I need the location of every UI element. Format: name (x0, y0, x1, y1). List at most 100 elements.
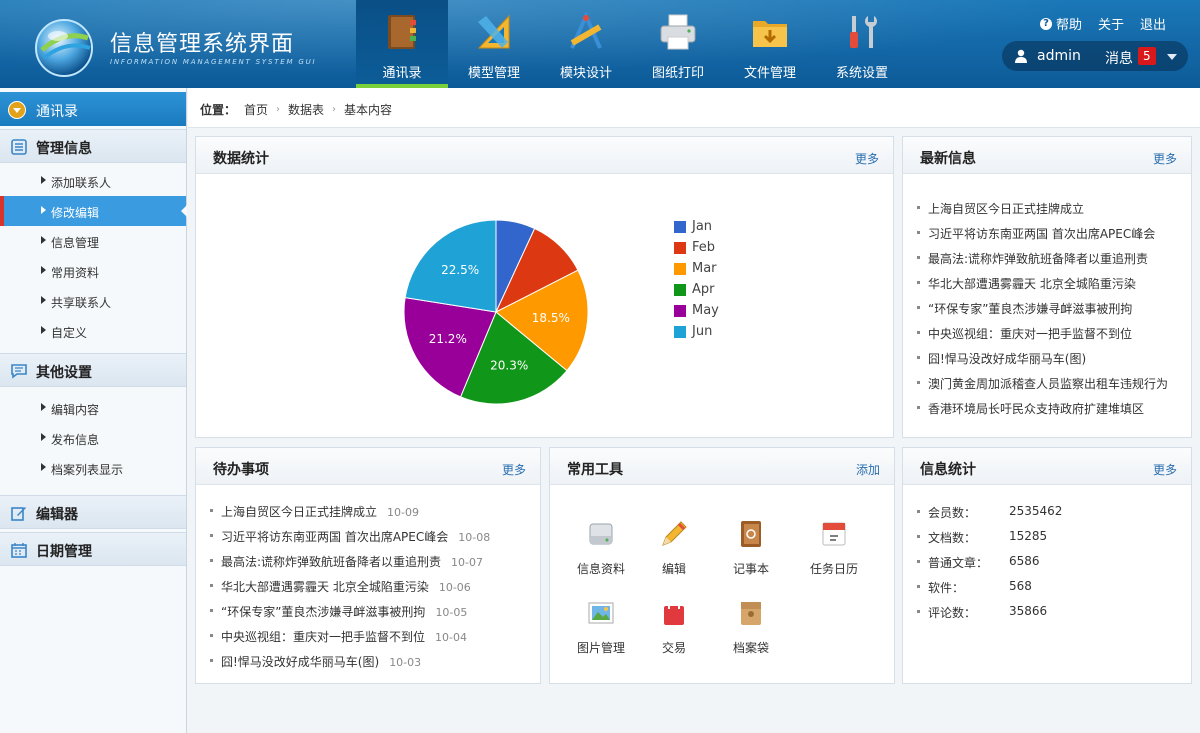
panel-title: 信息统计 (920, 462, 976, 478)
tool-label: 信息资料 (576, 562, 625, 576)
breadcrumb-item[interactable]: 首页 (244, 101, 268, 118)
help-label: 帮助 (1056, 18, 1083, 33)
help-link[interactable]: ? 帮助 (1040, 14, 1082, 33)
panel-header: 常用工具 添加 (550, 448, 894, 485)
sidebar-item-common-data[interactable]: 常用资料 (0, 256, 186, 286)
nav-tab-print[interactable]: 图纸打印 (632, 0, 724, 88)
nav-tab-label: 文件管理 (743, 66, 796, 81)
todo-text: 最高法:谎称炸弹致航班备降者以重追刑责 (221, 555, 442, 569)
list-item[interactable]: 习近平将访东南亚两国 首次出席APEC峰会 (917, 225, 1168, 250)
stat-label: 评论数： (928, 606, 977, 620)
stat-label: 普通文章： (928, 556, 989, 570)
info-stats-panel: 信息统计 更多 会员数： 2535462 文档数： 15285 普通文章： 6586 … (902, 447, 1192, 684)
tool-label: 编辑 (661, 562, 686, 576)
sidebar-item-info-manage[interactable]: 信息管理 (0, 226, 186, 256)
about-link[interactable]: 关于 (1098, 14, 1124, 33)
panel-header: 信息统计 更多 (903, 448, 1191, 485)
legend-label: Feb (692, 240, 716, 255)
pie-label-may: 21.2% (429, 332, 467, 346)
sidebar-item-edit[interactable]: 修改编辑 (0, 196, 187, 226)
todo-item[interactable]: 最高法:谎称炸弹致航班备降者以重追刑责 10-07 (210, 553, 490, 578)
address-book-icon (388, 15, 416, 49)
todo-item[interactable]: 中央巡视组：重庆对一把手监督不到位 10-04 (210, 628, 490, 653)
tool-picture[interactable]: 图片管理 (561, 597, 641, 656)
sidebar-item-label: 添加联系人 (51, 176, 112, 190)
todo-item[interactable]: 习近平将访东南亚两国 首次出席APEC峰会 10-08 (210, 528, 490, 553)
user-icon (1015, 49, 1027, 63)
more-link[interactable]: 更多 (502, 461, 526, 478)
caret-right-icon (41, 463, 46, 471)
nav-tab-model[interactable]: 模型管理 (448, 0, 540, 88)
pie-label-jun: 22.5% (441, 263, 479, 277)
todo-date: 10-04 (435, 631, 467, 644)
stat-label: 会员数： (928, 506, 977, 520)
messages-link[interactable]: 消息 (1105, 48, 1133, 68)
username[interactable]: admin (1037, 48, 1081, 64)
list-item[interactable]: 华北大部遭遇雾霾天 北京全城陷重污染 (917, 275, 1168, 300)
tool-info-data[interactable]: 信息资料 (561, 518, 641, 577)
logout-link[interactable]: 退出 (1140, 14, 1166, 33)
nav-tab-contacts[interactable]: 通讯录 (356, 0, 448, 88)
list-item[interactable]: 囧!悍马没改好成华丽马车(图) (917, 350, 1168, 375)
todo-date: 10-03 (389, 656, 422, 669)
caret-right-icon (41, 266, 46, 274)
chat-icon (11, 364, 27, 379)
sidebar-item-custom[interactable]: 自定义 (0, 316, 186, 346)
breadcrumb-item[interactable]: 数据表 (288, 101, 324, 118)
list-item[interactable]: 澳门黄金周加派稽查人员监察出租车违规行为 (917, 375, 1168, 400)
todo-item[interactable]: “环保专家”董良杰涉嫌寻衅滋事被刑拘 10-05 (210, 603, 490, 628)
list-item[interactable]: 上海自贸区今日正式挂牌成立 (917, 200, 1168, 225)
pencil-icon (662, 521, 687, 546)
list-item[interactable]: “环保专家”董良杰涉嫌寻衅滋事被刑拘 (917, 300, 1168, 325)
legend-label: Mar (692, 261, 717, 276)
sidebar-item-publish[interactable]: 发布信息 (0, 423, 186, 453)
add-link[interactable]: 添加 (856, 461, 880, 478)
top-links: ? 帮助 关于 退出 (1040, 14, 1166, 33)
todo-date: 10-05 (435, 606, 468, 619)
caret-right-icon (41, 176, 46, 184)
user-bar: admin 消息 5 (1002, 41, 1188, 71)
tool-label: 记事本 (732, 562, 769, 576)
more-link[interactable]: 更多 (855, 150, 879, 167)
chevron-down-circle-icon (8, 101, 26, 119)
nav-tab-module[interactable]: 模块设计 (540, 0, 632, 88)
sidebar-item-add-contact[interactable]: 添加联系人 (0, 166, 186, 196)
sidebar-item-label: 编辑内容 (51, 403, 100, 417)
tool-trade[interactable]: 交易 (634, 597, 714, 656)
more-link[interactable]: 更多 (1153, 461, 1177, 478)
legend-swatch (674, 305, 686, 317)
stat-value: 15285 (1009, 529, 1048, 543)
sidebar-item-archive-list[interactable]: 档案列表显示 (0, 453, 186, 483)
sidebar-group-dates[interactable]: 日期管理 (0, 532, 186, 566)
edit-icon (11, 507, 26, 521)
message-count-badge: 5 (1138, 47, 1156, 65)
list-item[interactable]: 中央巡视组：重庆对一把手监督不到位 (917, 325, 1168, 350)
header: 信息管理系统界面 INFORMATION MANAGEMENT SYSTEM G… (0, 0, 1200, 88)
sidebar-item-label: 发布信息 (51, 433, 100, 447)
nav-tab-files[interactable]: 文件管理 (724, 0, 816, 88)
tool-calendar[interactable]: 任务日历 (794, 518, 874, 577)
latest-info-list: 上海自贸区今日正式挂牌成立 习近平将访东南亚两国 首次出席APEC峰会 最高法:… (917, 200, 1168, 425)
todo-item[interactable]: 囧!悍马没改好成华丽马车(图) 10-03 (210, 653, 490, 678)
tool-notebook[interactable]: 记事本 (711, 518, 791, 577)
sidebar-item-shared-contacts[interactable]: 共享联系人 (0, 286, 186, 316)
sidebar-group-other[interactable]: 其他设置 (0, 353, 186, 387)
sidebar-active-label: 通讯录 (36, 104, 78, 120)
todo-text: “环保专家”董良杰涉嫌寻衅滋事被刑拘 (221, 605, 426, 619)
chevron-down-icon[interactable] (1167, 54, 1177, 60)
sidebar-active-section[interactable]: 通讯录 (0, 92, 186, 126)
list-item[interactable]: 最高法:谎称炸弹致航班备降者以重追刑责 (917, 250, 1168, 275)
list-item[interactable]: 香港环境局长吁民众支持政府扩建堆填区 (917, 400, 1168, 425)
breadcrumb: 位置： 首页 › 数据表 › 基本内容 (188, 88, 1200, 128)
tool-archive[interactable]: 档案袋 (711, 597, 791, 656)
tool-edit[interactable]: 编辑 (634, 518, 714, 577)
nav-tab-settings[interactable]: 系统设置 (816, 0, 908, 88)
todo-item[interactable]: 华北大部遭遇雾霾天 北京全城陷重污染 10-06 (210, 578, 490, 603)
legend-swatch (674, 263, 686, 275)
sidebar-item-edit-content[interactable]: 编辑内容 (0, 393, 186, 423)
sidebar-group-editor[interactable]: 编辑器 (0, 495, 186, 529)
sidebar-group-manage[interactable]: 管理信息 (0, 129, 186, 163)
todo-item[interactable]: 上海自贸区今日正式挂牌成立 10-09 (210, 503, 490, 528)
more-link[interactable]: 更多 (1153, 150, 1177, 167)
sidebar-group-label: 管理信息 (36, 141, 92, 157)
